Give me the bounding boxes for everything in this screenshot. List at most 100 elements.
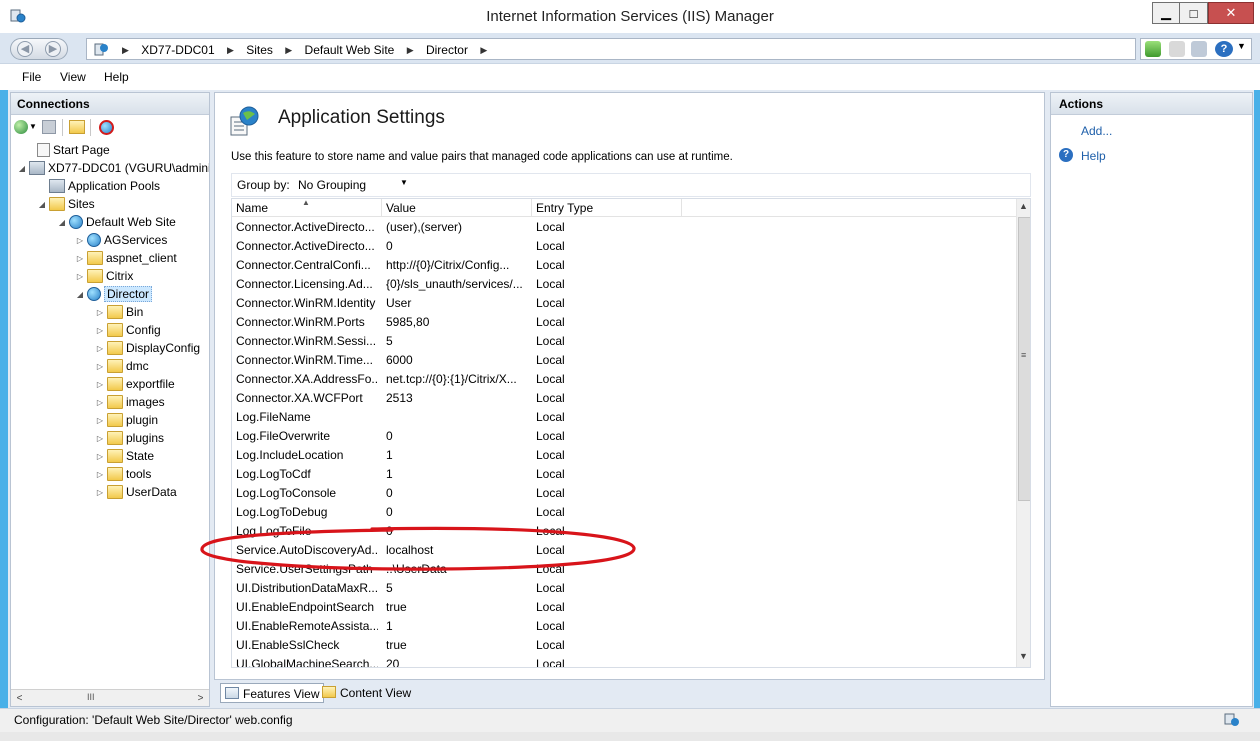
menu-view[interactable]: View <box>60 70 86 84</box>
tree-node[interactable]: ▷ tools <box>95 465 151 483</box>
tree-node[interactable]: ▷ AGServices <box>75 231 167 249</box>
table-row[interactable]: Connector.WinRM.Sessi... 5 Local <box>232 332 1016 351</box>
tree-node[interactable]: ▷ DisplayConfig <box>95 339 200 357</box>
connect-icon[interactable] <box>14 120 28 134</box>
table-row[interactable]: UI.EnableRemoteAssista... 1 Local <box>232 617 1016 636</box>
expand-toggle-icon[interactable]: ◢ <box>17 164 27 173</box>
help-action-link[interactable]: Help <box>1081 149 1106 163</box>
breadcrumb[interactable]: ▶ XD77-DDC01 ▶ Sites ▶ Default Web Site … <box>86 38 1136 60</box>
expand-toggle-icon[interactable]: ▷ <box>95 470 105 479</box>
tree-node[interactable]: ▷ Bin <box>95 303 143 321</box>
scroll-thumb[interactable]: ≡ <box>1018 217 1030 501</box>
table-row[interactable]: Log.IncludeLocation 1 Local <box>232 446 1016 465</box>
maximize-button[interactable]: □ <box>1180 2 1208 24</box>
expand-toggle-icon[interactable]: ▷ <box>95 362 105 371</box>
expand-toggle-icon[interactable]: ▷ <box>95 488 105 497</box>
tree-node[interactable]: ▷ Config <box>95 321 161 339</box>
refresh-icon[interactable] <box>1145 41 1161 57</box>
tab-content-view[interactable]: Content View <box>318 683 415 703</box>
tree-node[interactable]: ▷ exportfile <box>95 375 175 393</box>
table-row[interactable]: Service.UserSettingsPath ..\UserData Local <box>232 560 1016 579</box>
expand-toggle-icon[interactable]: ▷ <box>95 344 105 353</box>
home-icon[interactable] <box>1191 41 1207 57</box>
minimize-button[interactable]: ▁ <box>1152 2 1180 24</box>
expand-toggle-icon[interactable]: ▷ <box>95 416 105 425</box>
table-row[interactable]: Log.FileName Local <box>232 408 1016 427</box>
tree-node[interactable]: ▷ plugins <box>95 429 164 447</box>
expand-toggle-icon[interactable]: ▷ <box>75 236 85 245</box>
tab-features-view[interactable]: Features View <box>220 683 325 703</box>
tree-node[interactable]: ◢ Director <box>75 285 153 303</box>
expand-toggle-icon[interactable]: ◢ <box>75 290 85 299</box>
chevron-right-icon[interactable]: ▶ <box>285 45 292 56</box>
stop-icon[interactable] <box>1169 41 1185 57</box>
table-row[interactable]: Log.LogToDebug 0 Local <box>232 503 1016 522</box>
scroll-right-button[interactable]: > <box>192 690 209 706</box>
table-row[interactable]: Connector.ActiveDirecto... (user),(server… <box>232 218 1016 237</box>
table-row[interactable]: UI.DistributionDataMaxR... 5 Local <box>232 579 1016 598</box>
help-icon[interactable]: ? <box>1215 41 1233 57</box>
tree-node[interactable]: ▷ plugin <box>95 411 158 429</box>
expand-toggle-icon[interactable]: ▷ <box>95 434 105 443</box>
table-row[interactable]: Connector.XA.WCFPort 2513 Local <box>232 389 1016 408</box>
chevron-right-icon[interactable]: ▶ <box>480 45 487 56</box>
close-button[interactable]: ✕ <box>1208 2 1254 24</box>
back-arrow-icon[interactable]: ◀ <box>17 41 33 57</box>
tree-node[interactable]: ▷ UserData <box>95 483 177 501</box>
scroll-down-button[interactable]: ▼ <box>1019 651 1028 661</box>
table-row[interactable]: Connector.CentralConfi... http://{0}/Citr… <box>232 256 1016 275</box>
chevron-right-icon[interactable]: ▶ <box>122 45 129 56</box>
table-row[interactable]: Connector.ActiveDirecto... 0 Local <box>232 237 1016 256</box>
tree-node[interactable]: ▷ State <box>95 447 154 465</box>
tree-node[interactable]: ◢ XD77-DDC01 (VGURU\admini <box>17 159 209 177</box>
table-row[interactable]: Log.LogToFile 0 Local <box>232 522 1016 541</box>
table-row[interactable]: UI.GlobalMachineSearch... 20 Local <box>232 655 1016 667</box>
help-icon[interactable]: ? <box>1059 148 1073 162</box>
chevron-right-icon[interactable]: ▶ <box>227 45 234 56</box>
breadcrumb-director[interactable]: Director <box>426 43 468 57</box>
tree-node[interactable]: ▷ dmc <box>95 357 149 375</box>
expand-toggle-icon[interactable]: ▷ <box>75 254 85 263</box>
disconnect-icon[interactable] <box>99 120 114 135</box>
table-row[interactable]: Log.LogToConsole 0 Local <box>232 484 1016 503</box>
expand-toggle-icon[interactable]: ▷ <box>75 272 85 281</box>
chevron-down-icon[interactable]: ▼ <box>400 178 408 187</box>
expand-toggle-icon[interactable]: ◢ <box>37 200 47 209</box>
menu-file[interactable]: File <box>22 70 41 84</box>
table-row[interactable]: UI.EnableEndpointSearch true Local <box>232 598 1016 617</box>
expand-toggle-icon[interactable]: ◢ <box>57 218 67 227</box>
up-folder-icon[interactable] <box>69 120 85 134</box>
forward-arrow-icon[interactable]: ▶ <box>45 41 61 57</box>
table-row[interactable]: Service.AutoDiscoveryAd... localhost Local <box>232 541 1016 560</box>
breadcrumb-default-web-site[interactable]: Default Web Site <box>305 43 395 57</box>
table-row[interactable]: Connector.XA.AddressFo... net.tcp://{0}:{… <box>232 370 1016 389</box>
table-row[interactable]: Log.FileOverwrite 0 Local <box>232 427 1016 446</box>
table-row[interactable]: Connector.Licensing.Ad... {0}/sls_unauth/… <box>232 275 1016 294</box>
table-row[interactable]: Connector.WinRM.Ports 5985,80 Local <box>232 313 1016 332</box>
expand-toggle-icon[interactable]: ▷ <box>95 326 105 335</box>
scroll-left-button[interactable]: < <box>11 690 28 706</box>
table-row[interactable]: UI.EnableSslCheck true Local <box>232 636 1016 655</box>
group-by-select[interactable]: No Grouping ▼ <box>294 177 414 194</box>
chevron-right-icon[interactable]: ▶ <box>407 45 414 56</box>
column-header-value[interactable]: Value <box>382 199 532 217</box>
column-header-name[interactable]: Name ▲ <box>232 199 382 217</box>
menu-help[interactable]: Help <box>104 70 129 84</box>
scroll-grip[interactable]: III <box>87 692 95 702</box>
chevron-down-icon[interactable]: ▼ <box>29 122 37 131</box>
tree-node[interactable]: ▷ aspnet_client <box>75 249 177 267</box>
add-action-link[interactable]: Add... <box>1081 124 1112 138</box>
breadcrumb-sites[interactable]: Sites <box>246 43 273 57</box>
column-header-entry-type[interactable]: Entry Type <box>532 199 682 217</box>
table-row[interactable]: Log.LogToCdf 1 Local <box>232 465 1016 484</box>
expand-toggle-icon[interactable]: ▷ <box>95 308 105 317</box>
tree-node[interactable]: ◢ Sites <box>37 195 95 213</box>
scroll-up-button[interactable]: ▲ <box>1019 201 1028 211</box>
expand-toggle-icon[interactable]: ▷ <box>95 398 105 407</box>
tree-node[interactable]: Start Page <box>25 141 110 159</box>
table-row[interactable]: Connector.WinRM.Time... 6000 Local <box>232 351 1016 370</box>
tree-node[interactable]: ▷ images <box>95 393 165 411</box>
chevron-down-icon[interactable]: ▼ <box>1237 41 1246 51</box>
table-row[interactable]: Connector.WinRM.Identity User Local <box>232 294 1016 313</box>
expand-toggle-icon[interactable]: ▷ <box>95 380 105 389</box>
